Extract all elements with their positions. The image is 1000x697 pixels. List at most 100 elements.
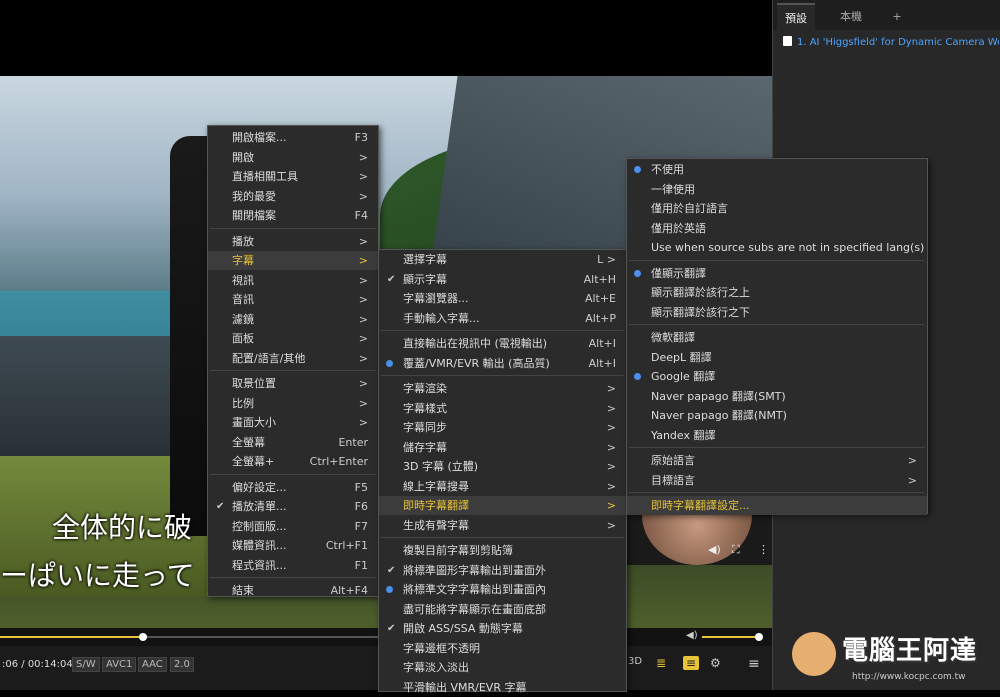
translate-menu-item[interactable]: 僅顯示翻譯: [627, 264, 927, 283]
subtitle-menu-item[interactable]: 字幕同步 >: [379, 418, 626, 437]
subtitle-menu-item[interactable]: 字幕瀏覽器... Alt+E: [379, 289, 626, 308]
check-icon: ✔: [387, 623, 396, 634]
main-menu-item[interactable]: 關閉檔案 F4: [208, 206, 378, 225]
main-menu-item-shortcut: >: [358, 234, 368, 248]
translate-menu-item[interactable]: Google 翻譯: [627, 367, 927, 386]
translate-menu-item[interactable]: DeepL 翻譯: [627, 348, 927, 367]
translate-menu-item[interactable]: Naver papago 翻譯(SMT): [627, 387, 927, 406]
translate-menu-item[interactable]: 僅用於自訂語言: [627, 199, 927, 218]
subtitle-menu-item[interactable]: 字幕邊框不透明: [379, 639, 626, 658]
main-menu-item[interactable]: 我的最愛 >: [208, 187, 378, 206]
translate-menu-item[interactable]: 即時字幕翻譯設定...: [627, 496, 927, 515]
subtitle-menu-item[interactable]: 線上字幕搜尋 >: [379, 477, 626, 496]
tag-audio-codec[interactable]: AAC: [138, 657, 167, 672]
check-icon: ✔: [387, 564, 396, 576]
tab-local[interactable]: 本機: [821, 3, 881, 30]
tag-sw[interactable]: S/W: [72, 657, 100, 672]
subtitle-menu-item[interactable]: 字幕淡入淡出: [379, 658, 626, 677]
main-menu-item[interactable]: 面板 >: [208, 329, 378, 348]
menu-icon[interactable]: ≡: [748, 656, 760, 672]
seek-knob[interactable]: [138, 633, 147, 641]
subtitle-menu-item[interactable]: ✔ 顯示字幕 Alt+H: [379, 270, 626, 289]
volume-icon[interactable]: ◀): [686, 630, 698, 641]
translate-menu-item-label: Yandex 翻譯: [651, 428, 716, 442]
subtitle-menu-item[interactable]: 覆蓋/VMR/EVR 輸出 (高品質) Alt+I: [379, 354, 626, 373]
tab-default[interactable]: 預設: [777, 3, 815, 32]
main-menu-item[interactable]: 播放 >: [208, 232, 378, 251]
3d-button[interactable]: 3D: [628, 656, 642, 667]
subtitle-menu-item[interactable]: 選擇字幕 L >: [379, 250, 626, 269]
subtitle-menu-item[interactable]: 字幕渲染 >: [379, 379, 626, 398]
translate-menu-item[interactable]: 僅用於英語: [627, 219, 927, 238]
main-menu-item[interactable]: 媒體資訊... Ctrl+F1: [208, 536, 378, 555]
fullscreen-icon[interactable]: ⛶: [732, 543, 740, 557]
subtitle-menu-item[interactable]: 盡可能將字幕顯示在畫面底部: [379, 600, 626, 619]
translate-menu-item[interactable]: Naver papago 翻譯(NMT): [627, 406, 927, 425]
gear-icon[interactable]: ⚙: [710, 656, 721, 670]
translate-menu-item-label: DeepL 翻譯: [651, 350, 712, 364]
main-menu-item-label: 取景位置: [232, 377, 276, 390]
translate-menu-item[interactable]: 目標語言 >: [627, 471, 927, 490]
tag-video-codec[interactable]: AVC1: [102, 657, 137, 672]
main-menu-item[interactable]: 全螢幕+ Ctrl+Enter: [208, 452, 378, 471]
main-menu-item[interactable]: 視訊 >: [208, 271, 378, 290]
subtitle-menu-item[interactable]: 手動輸入字幕... Alt+P: [379, 309, 626, 328]
translate-menu-item-label: 顯示翻譯於該行之下: [651, 305, 750, 319]
main-menu-item-shortcut: >: [358, 293, 368, 306]
main-menu-item[interactable]: 直播相關工具 >: [208, 167, 378, 186]
more-icon[interactable]: ⋮: [758, 543, 769, 556]
volume-slider[interactable]: [702, 636, 760, 638]
subtitle-menu-item[interactable]: 字幕樣式 >: [379, 399, 626, 418]
translate-menu-item[interactable]: 顯示翻譯於該行之上: [627, 283, 927, 302]
main-menu-item[interactable]: 濾鏡 >: [208, 310, 378, 329]
subtitle-icon[interactable]: ≡: [683, 656, 700, 670]
playlist-item[interactable]: 1. AI 'Higgsfield' for Dynamic Camera Wo…: [783, 36, 999, 48]
main-menu-item[interactable]: 開啟檔案... F3: [208, 128, 378, 147]
main-menu-item[interactable]: 比例 >: [208, 394, 378, 413]
translate-menu-item[interactable]: 不使用: [627, 160, 927, 179]
subtitle-menu-item[interactable]: 將標準文字字幕輸出到畫面內: [379, 580, 626, 599]
tab-add[interactable]: +: [883, 3, 911, 30]
playlist-icon[interactable]: ≣: [656, 656, 666, 670]
main-menu-item[interactable]: 取景位置 >: [208, 374, 378, 393]
subtitle-menu-item[interactable]: 3D 字幕 (立體) >: [379, 457, 626, 476]
main-menu-item[interactable]: 偏好設定... F5: [208, 478, 378, 497]
main-menu-item[interactable]: 結束 Alt+F4: [208, 581, 378, 600]
volume-knob[interactable]: [755, 633, 763, 641]
translate-menu-item[interactable]: Use when source subs are not in specifie…: [627, 238, 927, 257]
translate-menu-item[interactable]: 微軟翻譯: [627, 328, 927, 347]
subtitle-menu-item[interactable]: 生成有聲字幕 >: [379, 516, 626, 535]
main-menu-item[interactable]: 配置/語言/其他 >: [208, 349, 378, 368]
translate-menu-item[interactable]: 原始語言 >: [627, 451, 927, 470]
main-menu-item[interactable]: 畫面大小 >: [208, 413, 378, 432]
main-menu-item-shortcut: F6: [354, 500, 368, 513]
main-menu-item[interactable]: 程式資訊... F1: [208, 556, 378, 575]
subtitle-menu-item[interactable]: ✔ 開啟 ASS/SSA 動態字幕: [379, 619, 626, 638]
subtitle-menu-item[interactable]: 平滑輸出 VMR/EVR 字幕: [379, 678, 626, 697]
subtitle-menu-item[interactable]: ✔ 將標準圖形字幕輸出到畫面外: [379, 561, 626, 580]
main-menu-item[interactable]: 音訊 >: [208, 290, 378, 309]
main-menu-item-label: 關閉檔案: [232, 209, 276, 222]
subtitle-menu-item-label: 字幕同步: [403, 421, 447, 434]
main-menu-item[interactable]: ✔ 播放清單... F6: [208, 497, 378, 516]
volume-icon[interactable]: ◀): [708, 543, 721, 556]
main-menu-item[interactable]: 開啟 >: [208, 148, 378, 167]
main-menu-item[interactable]: 字幕 >: [208, 251, 378, 270]
subtitle-menu-item-label: 選擇字幕: [403, 253, 447, 266]
subtitle-menu-item-label: 儲存字幕: [403, 440, 447, 454]
subtitle-menu-item[interactable]: 直接輸出在視訊中 (電視輸出) Alt+I: [379, 334, 626, 353]
translate-menu-item[interactable]: 顯示翻譯於該行之下: [627, 303, 927, 322]
subtitle-menu-item-label: 直接輸出在視訊中 (電視輸出): [403, 337, 548, 350]
check-icon: ✔: [216, 501, 225, 512]
subtitle-menu-item[interactable]: 儲存字幕 >: [379, 438, 626, 457]
translate-menu-item[interactable]: Yandex 翻譯: [627, 426, 927, 445]
context-menu: 開啟檔案... F3 開啟 > 直播相關工具 > 我的最愛 > 關閉檔案 F4 播放 > 字幕 > 視訊 > 音…: [207, 125, 379, 597]
subtitle-menu-item-label: 開啟 ASS/SSA 動態字幕: [403, 622, 523, 635]
main-menu-item[interactable]: 全螢幕 Enter: [208, 433, 378, 452]
main-menu-item[interactable]: 控制面版... F7: [208, 517, 378, 536]
subtitle-menu-item[interactable]: 即時字幕翻譯 >: [379, 496, 626, 515]
tag-channels[interactable]: 2.0: [170, 657, 194, 672]
subtitle-menu-item[interactable]: 複製目前字幕到剪貼簿: [379, 541, 626, 560]
translate-menu-item[interactable]: 一律使用: [627, 180, 927, 199]
subtitle-menu-item-shortcut: >: [606, 518, 616, 532]
